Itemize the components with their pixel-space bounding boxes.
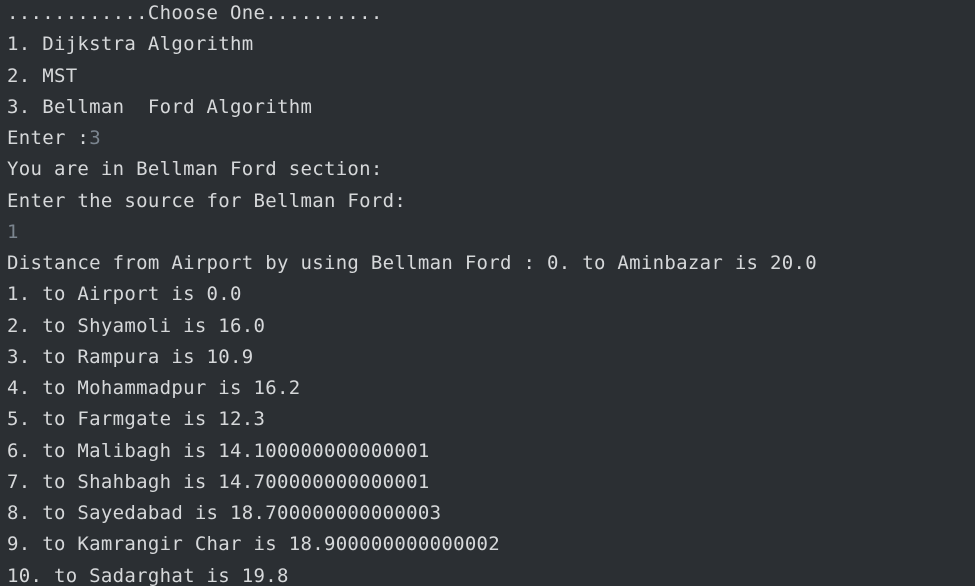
- enter-prompt-line: Enter :3: [7, 123, 975, 154]
- menu-header: ............Choose One..........: [7, 2, 383, 24]
- result-line: 2. to Shyamoli is 16.0: [7, 314, 266, 337]
- result-line: 3. to Rampura is 10.9: [7, 345, 254, 368]
- enter-input-value[interactable]: 3: [89, 127, 101, 149]
- result-line: 9. to Kamrangir Char is 18.9000000000000…: [7, 533, 501, 556]
- result-line: 1. to Airport is 0.0: [7, 283, 242, 306]
- console-output: ............Choose One.......... 1. Dijk…: [0, 0, 975, 586]
- result-line: 4. to Mohammadpur is 16.2: [7, 377, 301, 399]
- enter-prompt: Enter :: [7, 127, 90, 149]
- result-line: 10. to Sadarghat is 19.8: [7, 564, 289, 586]
- source-input-value[interactable]: 1: [7, 217, 975, 248]
- result-line: 6. to Malibagh is 14.100000000000001: [7, 439, 430, 462]
- result-line: 7. to Shahbagh is 14.700000000000001: [7, 470, 430, 493]
- result-line: 8. to Sayedabad is 18.700000000000003: [7, 502, 442, 524]
- result-line: 5. to Farmgate is 12.3: [7, 408, 266, 431]
- result-line-header: Distance from Airport by using Bellman F…: [7, 252, 817, 274]
- section-message: You are in Bellman Ford section:: [7, 158, 383, 181]
- menu-option-mst: 2. MST: [7, 64, 78, 87]
- menu-option-dijkstra: 1. Dijkstra Algorithm: [7, 33, 254, 56]
- source-prompt: Enter the source for Bellman Ford:: [7, 189, 407, 212]
- menu-option-bellman-ford: 3. Bellman Ford Algorithm: [7, 95, 313, 118]
